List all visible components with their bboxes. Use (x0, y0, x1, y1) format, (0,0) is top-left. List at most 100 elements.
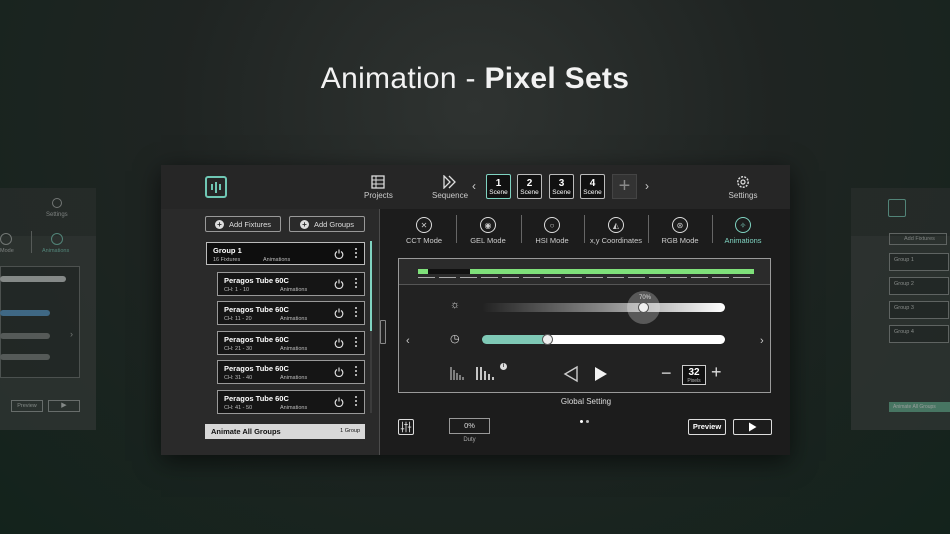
ghost-animate-all: Animate All Groups (889, 402, 950, 412)
animations-icon: ✧ (735, 217, 751, 233)
animate-all-label: Animate All Groups (211, 427, 281, 436)
fixture-name: Peragos Tube 60C (224, 364, 289, 373)
plus-icon: + (299, 219, 309, 229)
minus-icon[interactable]: − (661, 364, 672, 382)
power-icon[interactable] (334, 279, 344, 289)
brightness-percent: 70% (639, 295, 652, 301)
ghost-bar-2 (0, 310, 50, 316)
info-icon[interactable]: i (500, 363, 507, 370)
ghost-animation-icon (51, 233, 63, 245)
sequence-label: Sequence (431, 191, 469, 200)
reverse-triangle-icon[interactable] (563, 365, 579, 383)
plus-icon[interactable]: + (711, 363, 722, 381)
sequence-button[interactable]: Sequence (431, 173, 469, 200)
mixer-icon[interactable] (398, 419, 414, 435)
scene-3-button[interactable]: 3 Scene (549, 174, 574, 199)
ghost-panel-left: Settings Mode Animations › Preview ▶ (0, 188, 96, 430)
app-logo-icon[interactable] (205, 176, 227, 198)
scene-next-chevron-icon[interactable]: › (645, 179, 649, 193)
group-count: 16 Fixtures (213, 257, 241, 263)
play-button[interactable] (733, 419, 772, 435)
fixture-channels: CH: 1 - 10 (224, 287, 250, 293)
scene-prev-chevron-icon[interactable]: ‹ (472, 179, 476, 193)
more-icon[interactable] (355, 396, 357, 408)
brightness-slider[interactable] (482, 303, 725, 312)
ghost-logo-icon (888, 199, 906, 217)
scene-4-button[interactable]: 4 Scene (580, 174, 605, 199)
fixture-row[interactable]: Peragos Tube 60C CH: 11 - 20 Animations (217, 301, 365, 325)
projects-label: Projects (364, 191, 393, 200)
brightness-knob[interactable] (638, 302, 649, 313)
panel-resize-handle[interactable] (380, 320, 386, 344)
pixel-density-high-icon[interactable] (475, 365, 495, 381)
projects-button[interactable]: Projects (364, 173, 393, 200)
power-icon[interactable] (334, 397, 344, 407)
animation-card: ☼ 70% ◷ ‹ › i − 32 Pixels + (398, 258, 771, 393)
more-icon[interactable] (355, 278, 357, 290)
scene-2-button[interactable]: 2 Scene (517, 174, 542, 199)
pixel-density-low-icon[interactable] (449, 365, 467, 381)
card-next-chevron-icon[interactable]: › (760, 335, 764, 347)
add-fixtures-button[interactable]: + Add Fixtures (205, 216, 281, 232)
fixture-row[interactable]: Peragos Tube 60C CH: 21 - 30 Animations (217, 331, 365, 355)
tab-rgb-mode[interactable]: ⊛ RGB Mode (650, 217, 710, 245)
tab-separator (456, 215, 457, 243)
power-icon[interactable] (334, 338, 344, 348)
more-icon[interactable] (355, 337, 357, 349)
pixel-segment-lit (470, 269, 754, 274)
tab-cct-mode[interactable]: ✕ CCT Mode (394, 217, 454, 245)
power-icon[interactable] (334, 367, 344, 377)
fixtures-panel: + Add Fixtures + Add Groups Group 1 16 Fix… (161, 209, 379, 455)
fixture-row[interactable]: Peragos Tube 60C CH: 41 - 50 Animations (217, 390, 365, 414)
scene-1-button[interactable]: 1 Scene (486, 174, 511, 199)
brightness-icon: ☼ (450, 299, 461, 311)
settings-label: Settings (728, 191, 758, 200)
speed-clock-icon: ◷ (450, 333, 460, 345)
add-scene-button[interactable]: + (612, 174, 637, 199)
pixel-strip (399, 259, 770, 285)
power-icon[interactable] (334, 308, 344, 318)
pixel-ticks (418, 277, 754, 278)
power-icon[interactable] (334, 249, 344, 259)
pixels-label: Pixels (687, 378, 701, 384)
ghost-preview-button: Preview (11, 400, 43, 412)
speed-slider[interactable] (482, 335, 725, 344)
page-dot[interactable] (586, 420, 589, 423)
settings-button[interactable]: Settings (728, 173, 758, 200)
tab-xy-coordinates[interactable]: ◭ x,y Coordinates (586, 217, 646, 245)
group-row[interactable]: Group 1 16 Fixtures Animations (206, 242, 365, 265)
fixture-row[interactable]: Peragos Tube 60C CH: 31 - 40 Animations (217, 360, 365, 384)
fast-forward-icon (443, 175, 456, 189)
tab-hsi-mode[interactable]: ○ HSI Mode (522, 217, 582, 245)
app-window: Projects Sequence ‹ 1 Scene 2 Scene 3 Scene… (161, 165, 790, 455)
ghost-mode-icon (0, 233, 12, 245)
ghost-card (0, 266, 80, 378)
ghost-group-3: Group 3 (889, 301, 949, 319)
animate-all-groups-button[interactable]: Animate All Groups 1 Group (205, 424, 365, 439)
fixture-name: Peragos Tube 60C (224, 335, 289, 344)
plus-icon: + (214, 219, 224, 229)
more-icon[interactable] (355, 307, 357, 319)
fixtures-scrollbar[interactable] (370, 241, 372, 413)
play-icon[interactable] (593, 365, 609, 383)
fixture-mode: Animations (280, 375, 308, 381)
card-prev-chevron-icon[interactable]: ‹ (406, 335, 410, 347)
more-icon[interactable] (355, 248, 357, 260)
tab-animations[interactable]: ✧ Animations (713, 217, 773, 245)
ghost-chevron-icon: › (70, 329, 73, 339)
headline-light: Animation - (320, 62, 485, 95)
animate-count: 1 Group (340, 428, 360, 434)
fixture-mode: Animations (280, 346, 308, 352)
preview-button[interactable]: Preview (688, 419, 726, 435)
tab-gel-mode[interactable]: ◉ GEL Mode (458, 217, 518, 245)
add-groups-button[interactable]: + Add Groups (289, 216, 365, 232)
pixels-count-box[interactable]: 32 Pixels (682, 365, 706, 385)
fixture-row[interactable]: Peragos Tube 60C CH: 1 - 10 Animations (217, 272, 365, 296)
duty-input[interactable]: 0% (449, 418, 490, 434)
gear-icon (737, 176, 749, 188)
ghost-bar-4 (0, 354, 50, 360)
more-icon[interactable] (355, 366, 357, 378)
page-dots (580, 410, 592, 428)
page-dot[interactable] (580, 420, 583, 423)
speed-knob[interactable] (542, 334, 553, 345)
